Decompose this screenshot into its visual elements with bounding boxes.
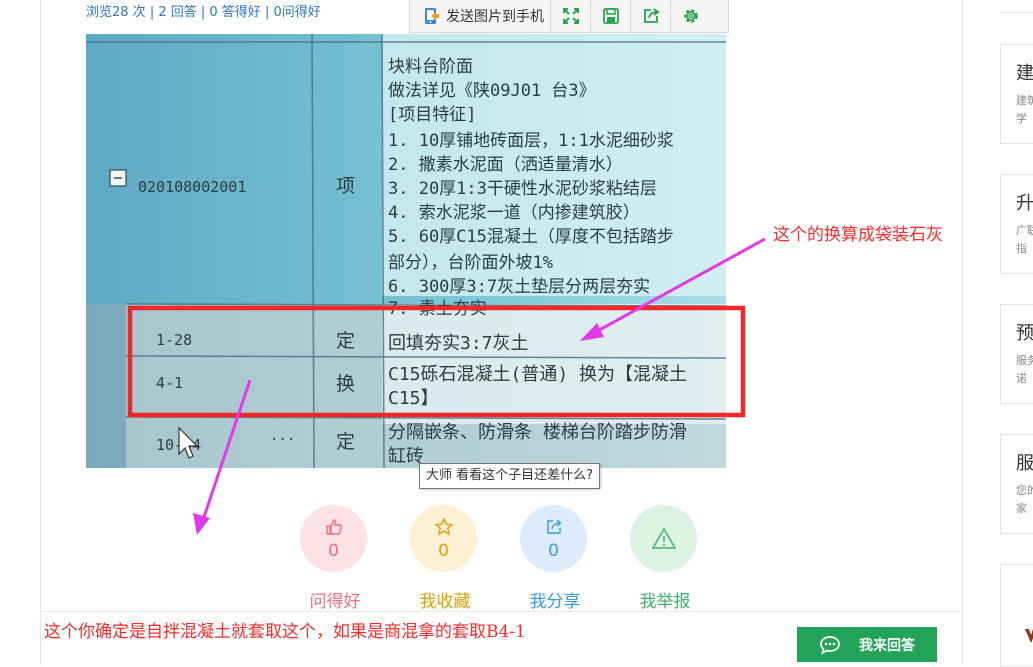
report-circle[interactable]: [630, 505, 697, 572]
annotation-top: 这个的换算成袋装石灰: [773, 225, 943, 245]
answer-button[interactable]: 我来回答: [797, 627, 937, 662]
like-count: 0: [328, 540, 339, 561]
favorite-circle[interactable]: 0: [410, 505, 477, 572]
sidebar-card-title: 升: [1016, 193, 1033, 214]
favorite-count: 0: [438, 540, 449, 561]
like-circle[interactable]: 0: [300, 505, 367, 572]
sidebar-card-desc: 学: [1016, 112, 1027, 125]
answer-button-label: 我来回答: [859, 637, 915, 654]
star-icon: [433, 516, 454, 535]
sidebar-card-1[interactable]: 建 建筑 学: [1000, 44, 1033, 144]
sidebar-card-2[interactable]: 升 广联 指: [1000, 174, 1033, 274]
sidebar-logo-icon: [1025, 629, 1033, 643]
favorite-label: 我收藏: [419, 592, 471, 612]
sidebar-card-title: 建: [1016, 63, 1033, 84]
sidebar-card-desc: 您的: [1016, 484, 1033, 497]
favorite-action[interactable]: 0 我收藏: [410, 505, 480, 612]
share-action[interactable]: 0 我分享: [520, 505, 590, 612]
share-label: 我分享: [529, 592, 581, 612]
annotation-bottom: 这个你确定是自拌混凝土就套取这个，如果是商混拿的套取B4-1: [44, 622, 526, 642]
like-label: 问得好: [309, 592, 361, 612]
arrow-to-row-1-28: [580, 237, 766, 341]
sidebar-card-3[interactable]: 预 服务 诺: [1000, 304, 1033, 404]
highlight-box: [127, 305, 746, 418]
sidebar-card-4[interactable]: 服 您的 家: [1000, 434, 1033, 534]
markup-overlay: [127, 237, 766, 535]
report-action[interactable]: 我举报: [630, 505, 700, 612]
sidebar-card-desc: 指: [1016, 242, 1027, 255]
sidebar-card-title: 预: [1016, 323, 1033, 344]
sidebar-card-desc: 诺: [1016, 372, 1027, 385]
sidebar-card-title: 服: [1016, 453, 1033, 474]
divider: [40, 611, 961, 612]
share-count: 0: [548, 540, 559, 561]
share-icon: [546, 518, 562, 534]
chat-bubble-icon: [819, 635, 841, 655]
thumbs-up-icon: [325, 518, 342, 535]
sidebar-card-5[interactable]: [1000, 564, 1033, 667]
sidebar-card-desc: 家: [1016, 502, 1027, 515]
sidebar-card-desc: 服务: [1016, 354, 1033, 367]
sidebar-card-desc: 建筑: [1016, 94, 1033, 107]
sidebar-card-desc: 广联: [1016, 224, 1033, 237]
warning-icon: [651, 527, 676, 549]
arrow-to-bottom-note: [193, 379, 252, 535]
image-tooltip: 大师 看看这个子目还差什么?: [419, 463, 601, 489]
like-action[interactable]: 0 问得好: [300, 505, 370, 612]
share-circle[interactable]: 0: [520, 505, 587, 572]
report-label: 我举报: [639, 592, 691, 612]
sidebar-top-border: [1000, 12, 1033, 13]
